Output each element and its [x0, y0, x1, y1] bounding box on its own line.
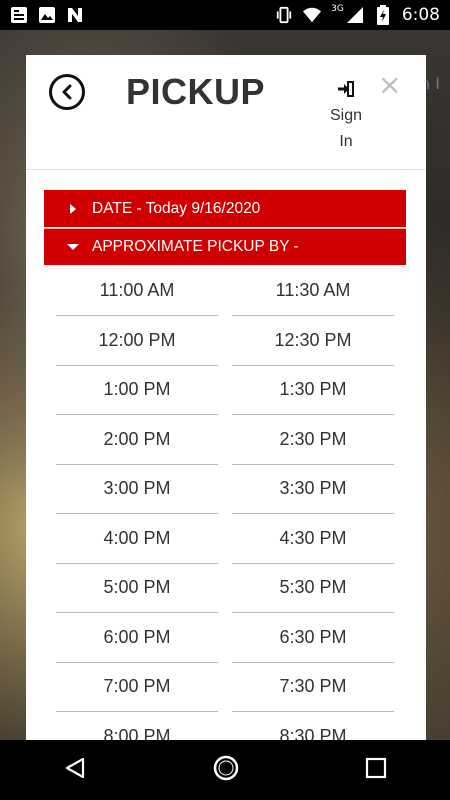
page-title: PICKUP: [126, 71, 266, 112]
time-slot[interactable]: 6:30 PM: [232, 613, 394, 663]
photo-icon: [38, 6, 56, 24]
recents-icon[interactable]: [365, 757, 387, 783]
time-row: 3:00 PM 3:30 PM: [44, 464, 406, 514]
chevron-left-icon: [62, 84, 72, 100]
time-slot[interactable]: 6:00 PM: [56, 613, 218, 663]
signal-icon: [346, 6, 364, 24]
pickup-time-section-label: APPROXIMATE PICKUP BY -: [92, 238, 299, 255]
news-icon: [10, 6, 28, 24]
time-slot[interactable]: 5:00 PM: [56, 563, 218, 613]
sign-in-icon: [338, 81, 354, 97]
time-slot[interactable]: 7:30 PM: [232, 662, 394, 712]
status-bar: 3G 6:08: [0, 0, 450, 30]
network-type: 3G: [331, 4, 344, 14]
time-slot[interactable]: 4:00 PM: [56, 514, 218, 564]
time-slot[interactable]: 12:30 PM: [232, 316, 394, 366]
close-button[interactable]: ×: [378, 71, 401, 99]
time-slot[interactable]: 8:00 PM: [56, 712, 218, 741]
time-row: 2:00 PM 2:30 PM: [44, 415, 406, 465]
battery-charging-icon: [374, 5, 392, 25]
navigation-bar: [0, 740, 450, 800]
time-row: 12:00 PM 12:30 PM: [44, 316, 406, 366]
time-slot[interactable]: 3:30 PM: [232, 464, 394, 514]
time-slot[interactable]: 1:30 PM: [232, 365, 394, 415]
pickup-modal: PICKUP Sign In × DATE - Today 9/16/2020 …: [26, 55, 426, 740]
time-slot[interactable]: 3:00 PM: [56, 464, 218, 514]
time-slot[interactable]: 8:30 PM: [232, 712, 394, 741]
time-slot[interactable]: 1:00 PM: [56, 365, 218, 415]
caret-down-icon: [66, 243, 80, 251]
time-slot[interactable]: 11:30 AM: [232, 266, 394, 316]
time-slot[interactable]: 2:30 PM: [232, 415, 394, 465]
vibrate-icon: [275, 6, 293, 24]
time-slot[interactable]: 12:00 PM: [56, 316, 218, 366]
date-section-toggle[interactable]: DATE - Today 9/16/2020: [44, 190, 406, 227]
back-icon[interactable]: [63, 756, 87, 784]
time-row: 5:00 PM 5:30 PM: [44, 563, 406, 613]
time-slot[interactable]: 4:30 PM: [232, 514, 394, 564]
home-icon[interactable]: [212, 754, 240, 786]
sign-in-button[interactable]: Sign In: [322, 81, 370, 155]
time-slot[interactable]: 11:00 AM: [56, 266, 218, 316]
date-section-label: DATE - Today 9/16/2020: [92, 199, 261, 217]
time-slot-list: 11:00 AM 11:30 AM 12:00 PM 12:30 PM 1:00…: [44, 266, 406, 740]
time-row: 1:00 PM 1:30 PM: [44, 365, 406, 415]
caret-right-icon: [66, 203, 80, 214]
time-row: 4:00 PM 4:30 PM: [44, 514, 406, 564]
time-row: 8:00 PM 8:30 PM: [44, 712, 406, 741]
status-time: 6:08: [401, 5, 440, 25]
time-slot[interactable]: 5:30 PM: [232, 563, 394, 613]
n-icon: [66, 6, 84, 24]
time-row: 6:00 PM 6:30 PM: [44, 613, 406, 663]
time-slot[interactable]: 7:00 PM: [56, 662, 218, 712]
time-row: 7:00 PM 7:30 PM: [44, 662, 406, 712]
back-button[interactable]: [49, 74, 85, 110]
time-slot[interactable]: 2:00 PM: [56, 415, 218, 465]
modal-header: PICKUP Sign In ×: [26, 55, 426, 170]
time-row: 11:00 AM 11:30 AM: [44, 266, 406, 316]
pickup-time-section-toggle[interactable]: APPROXIMATE PICKUP BY -: [44, 228, 406, 265]
sign-in-label-line2: In: [339, 133, 353, 150]
wifi-icon: [303, 6, 322, 24]
sign-in-label-line1: Sign: [329, 107, 363, 124]
